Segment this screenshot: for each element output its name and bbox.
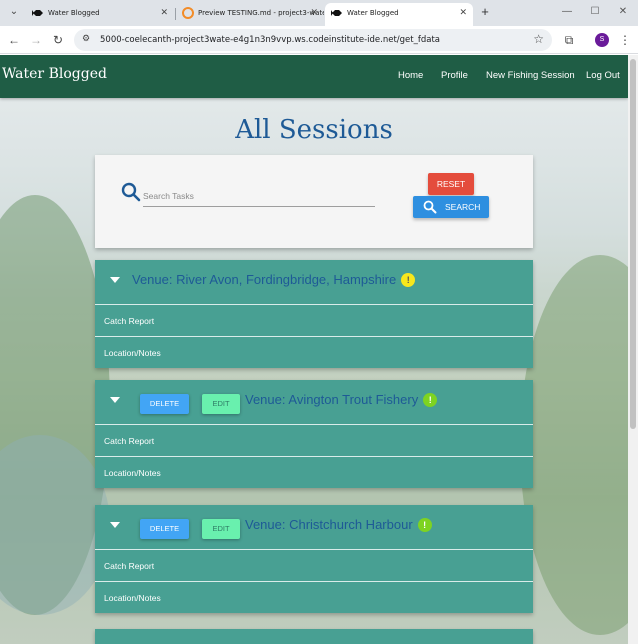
tab-title: Water Blogged (347, 9, 399, 17)
profile-avatar[interactable]: S (595, 33, 609, 47)
fish-favicon-icon (331, 10, 342, 16)
brand-logo[interactable]: Water Blogged (2, 66, 107, 82)
maximize-icon[interactable]: ☐ (588, 5, 602, 19)
session-venue: Venue: Christchurch Harbour! (245, 517, 432, 532)
browser-toolbar: ← → ↻ ⚙ 5000-coelecanth-project3wate-e4g… (0, 26, 638, 54)
browser-tab-3-active[interactable]: Water Blogged ✕ (325, 3, 473, 26)
venue-text: Venue: Christchurch Harbour (245, 517, 413, 532)
edit-button[interactable]: EDIT (202, 519, 240, 539)
background-trees (520, 255, 628, 635)
nav-link-new-fishing-session[interactable]: New Fishing Session (486, 70, 575, 81)
forward-arrow-icon[interactable]: → (28, 32, 44, 48)
tab-title: Water Blogged (48, 9, 100, 17)
status-alert-icon: ! (401, 273, 416, 287)
expand-caret-icon[interactable] (110, 277, 120, 283)
reset-button[interactable]: RESET (428, 173, 474, 195)
catch-report-row[interactable]: Catch Report (95, 304, 533, 336)
edit-button[interactable]: EDIT (202, 394, 240, 414)
nav-link-home[interactable]: Home (398, 70, 423, 81)
reload-icon[interactable]: ↻ (50, 32, 66, 48)
page-viewport: Water Blogged Home Profile New Fishing S… (0, 55, 628, 644)
scrollbar-thumb[interactable] (630, 59, 636, 429)
delete-button[interactable]: DELETE (140, 519, 189, 539)
tab-close-icon[interactable]: ✕ (160, 3, 168, 23)
session-venue: Venue: Avington Trout Fishery! (245, 392, 438, 407)
status-alert-icon: ! (417, 518, 432, 532)
address-bar[interactable]: ⚙ 5000-coelecanth-project3wate-e4g1n3n9v… (74, 29, 552, 51)
session-header[interactable]: DELETE EDIT Venue: Avington Trout Fisher… (95, 380, 533, 424)
nav-link-log-out[interactable]: Log Out (586, 70, 620, 81)
location-notes-row[interactable]: Location/Notes (95, 456, 533, 488)
session-card: DELETE EDIT Venue: Christchurch Harbour!… (95, 505, 533, 613)
search-input[interactable] (143, 186, 375, 207)
venue-text: Venue: Avington Trout Fishery (245, 392, 419, 407)
new-tab-plus-icon[interactable]: + (477, 4, 493, 20)
session-card: Venue: River Avon, Fordingbridge, Hampsh… (95, 260, 533, 368)
browser-tab-strip: ⌄ Water Blogged ✕ Preview TESTING.md - p… (0, 0, 638, 26)
expand-caret-icon[interactable] (110, 397, 120, 403)
status-alert-icon: ! (423, 393, 438, 407)
session-card: DELETE EDIT Venue: Avington Trout Fisher… (95, 380, 533, 488)
extensions-puzzle-icon[interactable]: ⧉ (561, 32, 577, 48)
browser-tab-1[interactable]: Water Blogged ✕ (26, 3, 174, 26)
delete-button[interactable]: DELETE (140, 394, 189, 414)
tab-close-icon[interactable]: ✕ (310, 3, 318, 23)
search-icon (423, 200, 437, 214)
url-text: 5000-coelecanth-project3wate-e4g1n3n9vvp… (100, 35, 440, 45)
gitpod-favicon-icon (182, 7, 194, 19)
session-header[interactable]: DELETE EDIT Venue: Christchurch Harbour! (95, 505, 533, 549)
catch-report-row[interactable]: Catch Report (95, 424, 533, 456)
browser-tab-2[interactable]: Preview TESTING.md - project3-water ✕ (176, 3, 324, 26)
search-icon (121, 182, 141, 202)
tab-close-icon[interactable]: ✕ (459, 3, 467, 23)
venue-text: Venue: River Avon, Fordingbridge, Hampsh… (132, 272, 397, 287)
page-title: All Sessions (235, 115, 393, 145)
window-close-icon[interactable]: ✕ (616, 5, 630, 19)
fish-favicon-icon (32, 10, 43, 16)
location-notes-row[interactable]: Location/Notes (95, 581, 533, 613)
tab-search-chevron-icon[interactable]: ⌄ (6, 4, 22, 20)
minimize-icon[interactable]: — (560, 5, 574, 19)
page-scrollbar[interactable] (628, 55, 638, 644)
site-navbar: Water Blogged Home Profile New Fishing S… (0, 55, 628, 98)
back-arrow-icon[interactable]: ← (6, 32, 22, 48)
session-card-partial (95, 629, 533, 644)
search-button[interactable]: SEARCH (413, 196, 489, 218)
search-button-label: SEARCH (445, 202, 481, 212)
session-venue: Venue: River Avon, Fordingbridge, Hampsh… (132, 272, 416, 287)
nav-link-profile[interactable]: Profile (441, 70, 468, 81)
location-notes-row[interactable]: Location/Notes (95, 336, 533, 368)
browser-menu-kebab-icon[interactable]: ⋮ (617, 32, 633, 48)
bookmark-star-icon[interactable]: ☆ (533, 32, 544, 46)
tab-title: Preview TESTING.md - project3-water (198, 9, 324, 17)
search-card: RESET SEARCH (95, 155, 533, 248)
catch-report-row[interactable]: Catch Report (95, 549, 533, 581)
site-info-icon[interactable]: ⚙ (82, 33, 96, 47)
expand-caret-icon[interactable] (110, 522, 120, 528)
session-header[interactable]: Venue: River Avon, Fordingbridge, Hampsh… (95, 260, 533, 304)
